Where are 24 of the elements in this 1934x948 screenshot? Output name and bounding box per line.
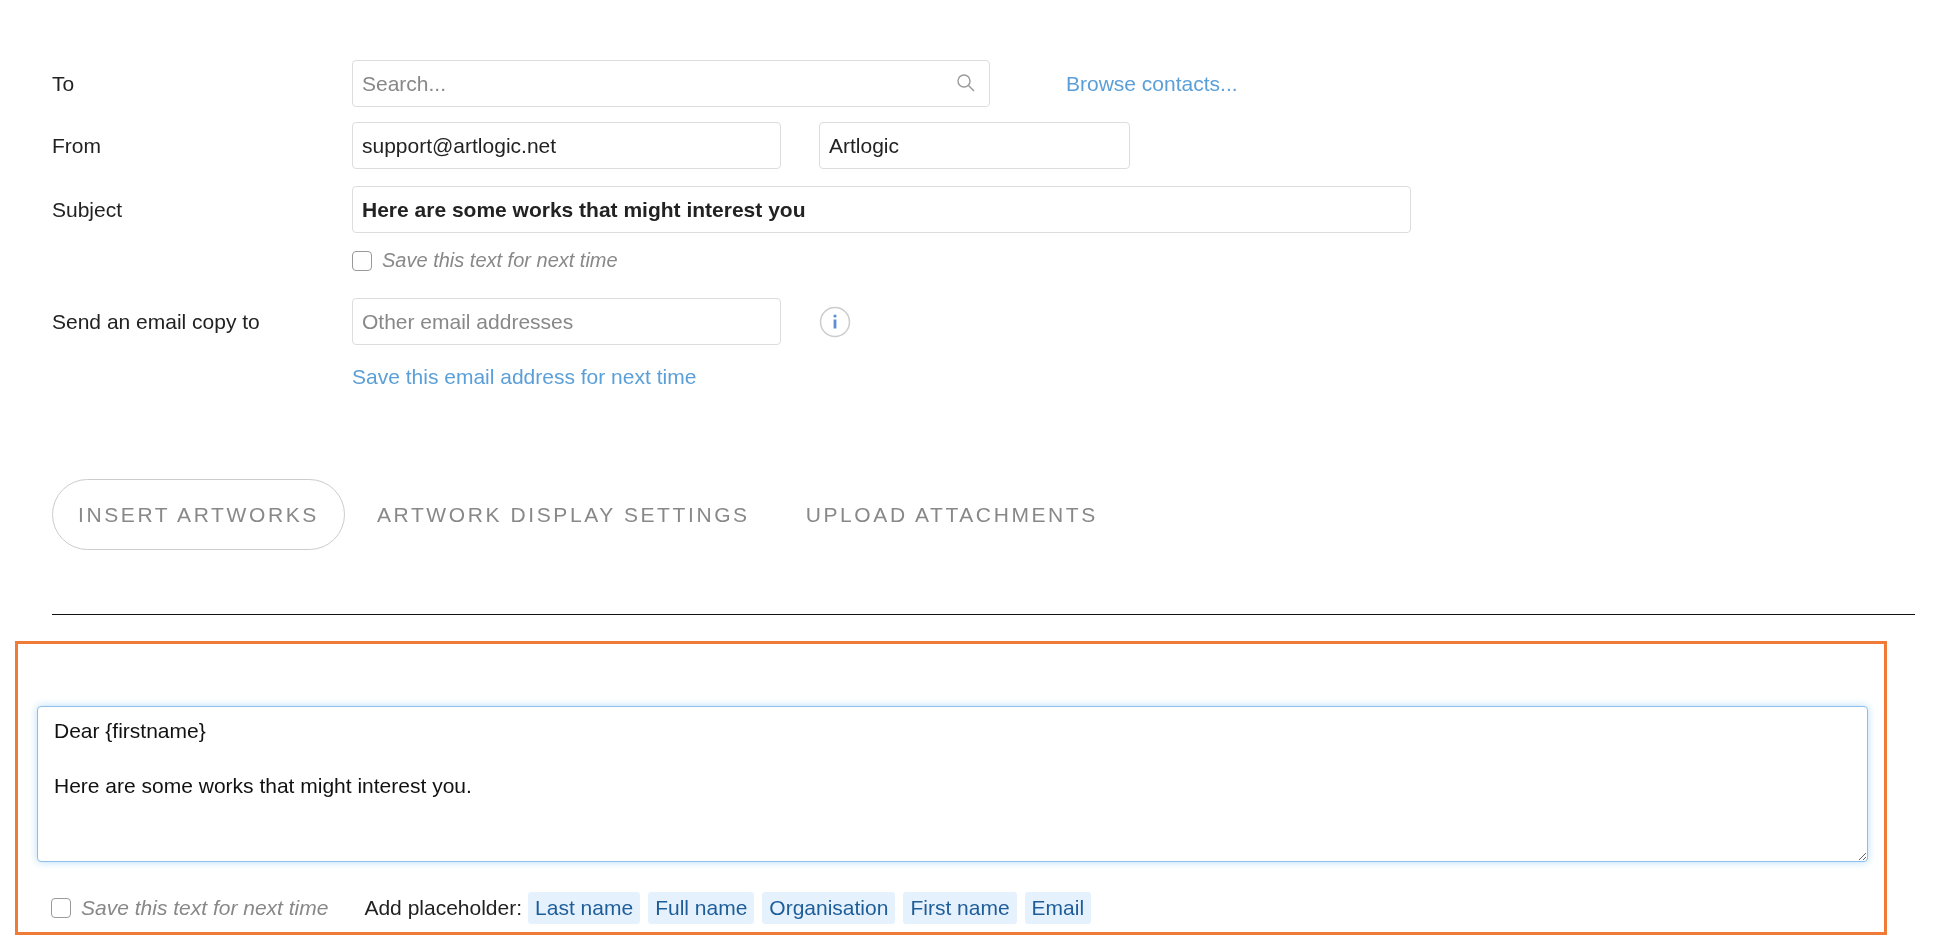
subject-field[interactable]: Here are some works that might interest you <box>352 186 1411 233</box>
placeholder-tag[interactable]: Email <box>1024 892 1092 924</box>
placeholder-tag[interactable]: First name <box>903 892 1017 924</box>
field-label: Subject <box>52 197 124 222</box>
field-label: From <box>52 133 102 158</box>
placeholder-tag[interactable]: Organisation <box>762 892 896 924</box>
checkbox-label: Save this text for next time <box>382 249 618 272</box>
search-field[interactable]: Search... <box>352 60 990 107</box>
checkbox-label: Save this text for next time <box>81 896 329 920</box>
tab[interactable]: ARTWORK DISPLAY SETTINGS <box>352 479 774 550</box>
info-icon[interactable] <box>819 305 851 338</box>
field-label: Send an email copy to <box>52 309 261 334</box>
field-label: To <box>52 71 76 96</box>
placeholder-label: Add placeholder: <box>364 896 523 920</box>
search-icon <box>956 73 976 93</box>
placeholder-tag[interactable]: Full name <box>648 892 755 924</box>
email-field[interactable]: Other email addresses <box>352 298 781 345</box>
placeholder-tag[interactable]: Last name <box>528 892 641 924</box>
name-field[interactable]: Artlogic <box>819 122 1130 169</box>
message-field[interactable]: Dear {firstname} Here are some works that might interest you. <box>37 706 1868 862</box>
checkbox[interactable] <box>51 898 71 918</box>
checkbox[interactable] <box>352 250 372 271</box>
tab[interactable]: UPLOAD ATTACHMENTS <box>781 479 1122 550</box>
email-field[interactable]: support@artlogic.net <box>352 122 781 169</box>
